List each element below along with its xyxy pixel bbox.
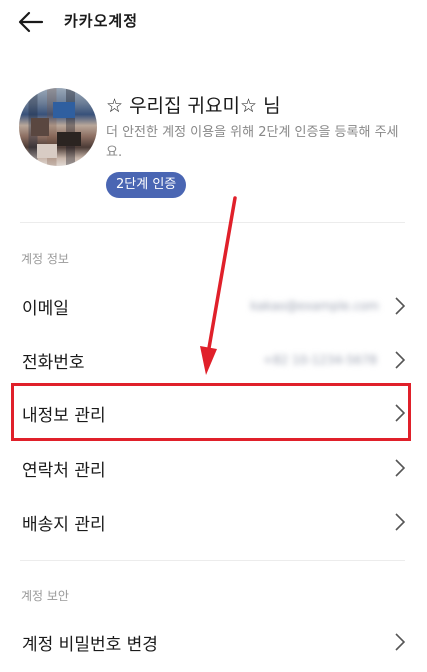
- row-email-value: kakao@example.com: [250, 299, 379, 313]
- highlight-box: [11, 383, 411, 441]
- chevron-right-icon: [395, 459, 405, 477]
- arrow-left-icon: [18, 11, 44, 33]
- profile-description: 더 안전한 계정 이용을 위해 2단계 인증을 등록해 주세요.: [106, 125, 399, 160]
- row-email[interactable]: 이메일 kakao@example.com: [0, 278, 427, 332]
- two-step-verification-button[interactable]: 2단계 인증: [106, 172, 187, 198]
- chevron-right-icon: [395, 297, 405, 315]
- header: 카카오계정: [0, 0, 427, 44]
- chevron-right-icon: [395, 351, 405, 369]
- back-button[interactable]: [16, 8, 46, 36]
- section-label-account-info: 계정 정보: [21, 252, 69, 266]
- profile-name: ☆ 우리집 귀요미☆ 님: [106, 95, 281, 117]
- row-phone-label: 전화번호: [22, 353, 85, 373]
- page-title: 카카오계정: [64, 12, 139, 30]
- row-contacts[interactable]: 연락처 관리: [0, 440, 427, 494]
- section-label-account-security: 계정 보안: [21, 589, 69, 603]
- row-email-label: 이메일: [22, 299, 69, 319]
- chevron-right-icon: [395, 513, 405, 531]
- row-shipping-label: 배송지 관리: [22, 515, 106, 535]
- row-contacts-label: 연락처 관리: [22, 461, 106, 481]
- chevron-right-icon: [395, 633, 405, 651]
- row-change-password[interactable]: 계정 비밀번호 변경: [0, 614, 427, 668]
- divider: [20, 222, 405, 223]
- row-change-password-label: 계정 비밀번호 변경: [22, 635, 158, 655]
- divider: [20, 560, 405, 561]
- avatar[interactable]: [19, 88, 97, 166]
- row-phone-value: +82 10-1234-5678: [262, 353, 377, 367]
- row-phone[interactable]: 전화번호 +82 10-1234-5678: [0, 332, 427, 386]
- row-shipping[interactable]: 배송지 관리: [0, 494, 427, 548]
